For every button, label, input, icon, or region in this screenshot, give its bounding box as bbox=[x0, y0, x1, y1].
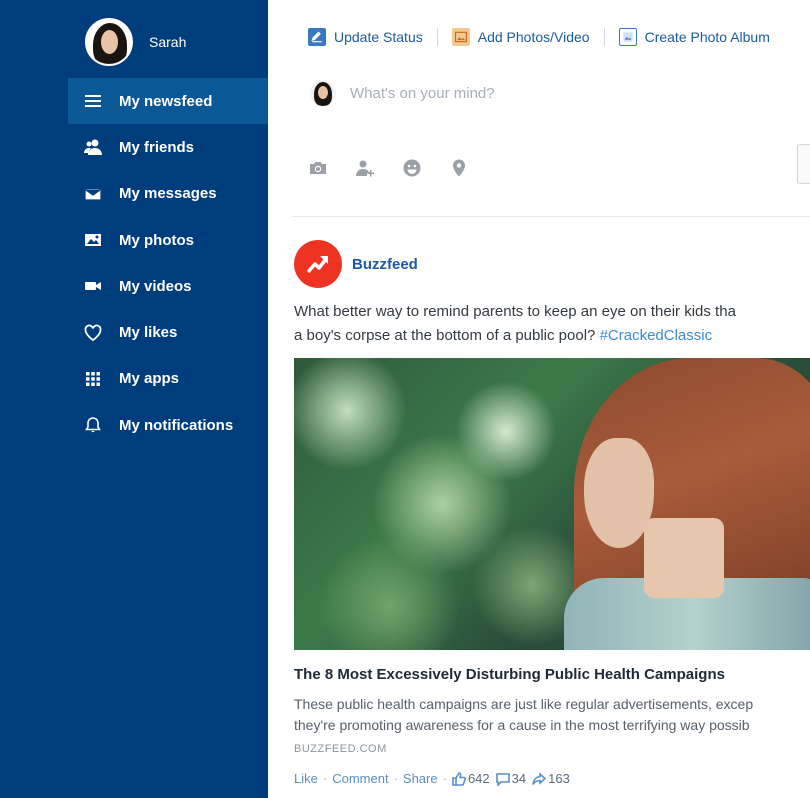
buzzfeed-logo-icon[interactable] bbox=[294, 240, 342, 288]
post-author[interactable]: Buzzfeed bbox=[352, 256, 418, 273]
sidebar-item-videos[interactable]: My videos bbox=[68, 263, 268, 309]
separator bbox=[603, 28, 605, 46]
comments-count-value: 34 bbox=[511, 771, 527, 786]
post-text-line: What better way to remind parents to kee… bbox=[294, 303, 736, 320]
separator-dot: · bbox=[322, 771, 328, 786]
sidebar-item-messages[interactable]: My messages bbox=[68, 171, 268, 217]
sidebar-item-newsfeed[interactable]: My newsfeed bbox=[68, 78, 268, 125]
separator-dot: · bbox=[442, 771, 447, 786]
post-footer: Like · Comment · Share · 642 34 163 bbox=[294, 771, 576, 786]
menu-icon bbox=[83, 92, 103, 110]
article-source: BUZZFEED.COM bbox=[294, 743, 387, 755]
album-icon bbox=[618, 28, 637, 46]
sidebar-item-photos[interactable]: My photos bbox=[68, 217, 268, 263]
create-album-button[interactable]: Create Photo Album bbox=[618, 28, 770, 46]
sidebar-item-apps[interactable]: My apps bbox=[68, 356, 268, 402]
update-status-label: Update Status bbox=[334, 29, 423, 45]
sidebar-item-label: My messages bbox=[119, 185, 217, 203]
location-pin-icon[interactable] bbox=[447, 156, 471, 180]
post-text-line: a boy's corpse at the bottom of a public… bbox=[294, 324, 810, 348]
envelope-icon bbox=[83, 185, 103, 203]
composer-actions: Update Status Add Photos/Video Create Ph… bbox=[308, 28, 770, 46]
profile-name[interactable]: Sarah bbox=[149, 34, 186, 50]
status-composer bbox=[310, 80, 770, 106]
sidebar-item-label: My newsfeed bbox=[119, 92, 213, 110]
video-camera-icon bbox=[83, 277, 103, 295]
sidebar: Sarah My newsfeed My friends My messages… bbox=[0, 0, 268, 798]
avatar bbox=[310, 80, 336, 106]
friends-icon bbox=[83, 138, 103, 156]
comments-count[interactable]: 34 bbox=[495, 771, 527, 786]
bell-icon bbox=[83, 416, 103, 434]
sidebar-nav: My newsfeed My friends My messages My ph… bbox=[68, 78, 268, 448]
sidebar-item-likes[interactable]: My likes bbox=[68, 309, 268, 355]
camera-icon[interactable] bbox=[306, 156, 330, 180]
image-icon bbox=[451, 28, 470, 46]
post-header: Buzzfeed bbox=[294, 240, 418, 288]
pencil-icon bbox=[308, 28, 326, 46]
article-description-line: they're promoting awareness for a cause … bbox=[294, 717, 750, 733]
likes-count[interactable]: 642 bbox=[452, 771, 490, 786]
create-album-label: Create Photo Album bbox=[644, 29, 770, 45]
smiley-icon[interactable] bbox=[400, 156, 424, 180]
sidebar-item-label: My friends bbox=[119, 138, 195, 156]
likes-count-value: 642 bbox=[467, 771, 490, 786]
add-photos-label: Add Photos/Video bbox=[477, 29, 590, 45]
sidebar-item-label: My notifications bbox=[119, 416, 234, 434]
article-description: These public health campaigns are just l… bbox=[294, 694, 810, 736]
comment-bubble-icon bbox=[495, 772, 510, 786]
comment-link[interactable]: Comment bbox=[332, 771, 388, 786]
like-link[interactable]: Like bbox=[294, 771, 318, 786]
post-text-segment: a boy's corpse at the bottom of a public… bbox=[294, 327, 600, 344]
sidebar-item-label: My likes bbox=[119, 324, 178, 342]
share-link[interactable]: Share bbox=[403, 771, 438, 786]
post-button[interactable] bbox=[797, 144, 810, 184]
divider bbox=[292, 216, 810, 217]
article-description-line: These public health campaigns are just l… bbox=[294, 696, 754, 712]
grid-icon bbox=[83, 370, 103, 388]
composer-tools bbox=[306, 156, 494, 180]
share-arrow-icon bbox=[532, 771, 547, 785]
shares-count[interactable]: 163 bbox=[532, 771, 570, 786]
shares-count-value: 163 bbox=[548, 771, 570, 786]
separator bbox=[436, 28, 438, 46]
sidebar-item-notifications[interactable]: My notifications bbox=[68, 402, 268, 448]
profile[interactable]: Sarah bbox=[85, 18, 186, 66]
sidebar-item-label: My videos bbox=[119, 277, 192, 295]
add-photos-button[interactable]: Add Photos/Video bbox=[451, 28, 590, 46]
separator-dot: · bbox=[393, 771, 398, 786]
article-title[interactable]: The 8 Most Excessively Disturbing Public… bbox=[294, 666, 725, 683]
heart-icon bbox=[83, 324, 103, 342]
sidebar-item-label: My apps bbox=[119, 370, 180, 388]
avatar[interactable] bbox=[85, 18, 133, 66]
thumbs-up-icon bbox=[452, 771, 466, 786]
hashtag-link[interactable]: #CrackedClassic bbox=[600, 327, 713, 344]
status-input[interactable] bbox=[350, 84, 770, 102]
post-text: What better way to remind parents to kee… bbox=[294, 300, 810, 348]
sidebar-item-friends[interactable]: My friends bbox=[68, 124, 268, 170]
tag-person-icon[interactable] bbox=[353, 156, 377, 180]
photo-icon bbox=[83, 231, 103, 249]
post-image[interactable] bbox=[294, 358, 810, 650]
sidebar-item-label: My photos bbox=[119, 231, 194, 249]
update-status-button[interactable]: Update Status bbox=[308, 28, 423, 46]
